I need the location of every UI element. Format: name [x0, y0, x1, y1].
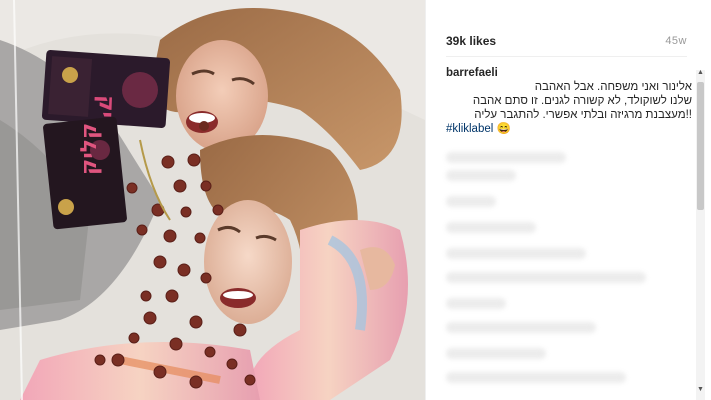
blurred-comment	[446, 298, 506, 309]
package-text-bottom: קליק	[77, 123, 102, 175]
chocolate-package-bottom: קליק	[43, 116, 127, 230]
caption-emoji: 😄	[496, 123, 511, 135]
blurred-comment	[446, 222, 536, 233]
blurred-comment	[446, 196, 496, 207]
likes-count[interactable]: 39k likes	[446, 34, 496, 48]
caption-line-1: אלינור ואני משפחה. אבל האהבה	[534, 81, 692, 93]
caption-username[interactable]: barrefaeli	[446, 67, 498, 79]
caption-line-2: שלנו לשוקולד, לא קשורה לגנים. זו סתם אהב…	[472, 95, 692, 107]
post-age[interactable]: 45w	[665, 35, 687, 47]
likes-row: 39k likes 45w	[446, 33, 687, 49]
blurred-comment	[446, 248, 586, 259]
caption-hashtag[interactable]: #kliklabel	[446, 123, 493, 135]
blurred-comment	[446, 170, 516, 181]
scrollbar-thumb[interactable]	[697, 82, 704, 210]
separator	[446, 56, 687, 57]
blurred-comment	[446, 152, 566, 163]
blurred-comment	[446, 322, 596, 333]
caption-line-3: !!מעצבנת מרגיזה ובלתי אפשרי. להתגבר עליה	[474, 109, 692, 121]
photo-illustration: קליק קליק	[0, 0, 425, 400]
blurred-comment	[446, 348, 546, 359]
blurred-comment	[446, 372, 626, 383]
post-side-panel: 39k likes 45w barrefaeli אלינור ואני משפ…	[426, 0, 711, 400]
scroll-up-arrow-icon[interactable]: ▲	[696, 68, 705, 78]
post-photo[interactable]: קליק קליק	[0, 0, 425, 400]
post-caption: barrefaeli אלינור ואני משפחה. אבל האהבה …	[446, 66, 692, 136]
blurred-comment	[446, 272, 646, 283]
scroll-down-arrow-icon[interactable]: ▼	[696, 385, 705, 395]
